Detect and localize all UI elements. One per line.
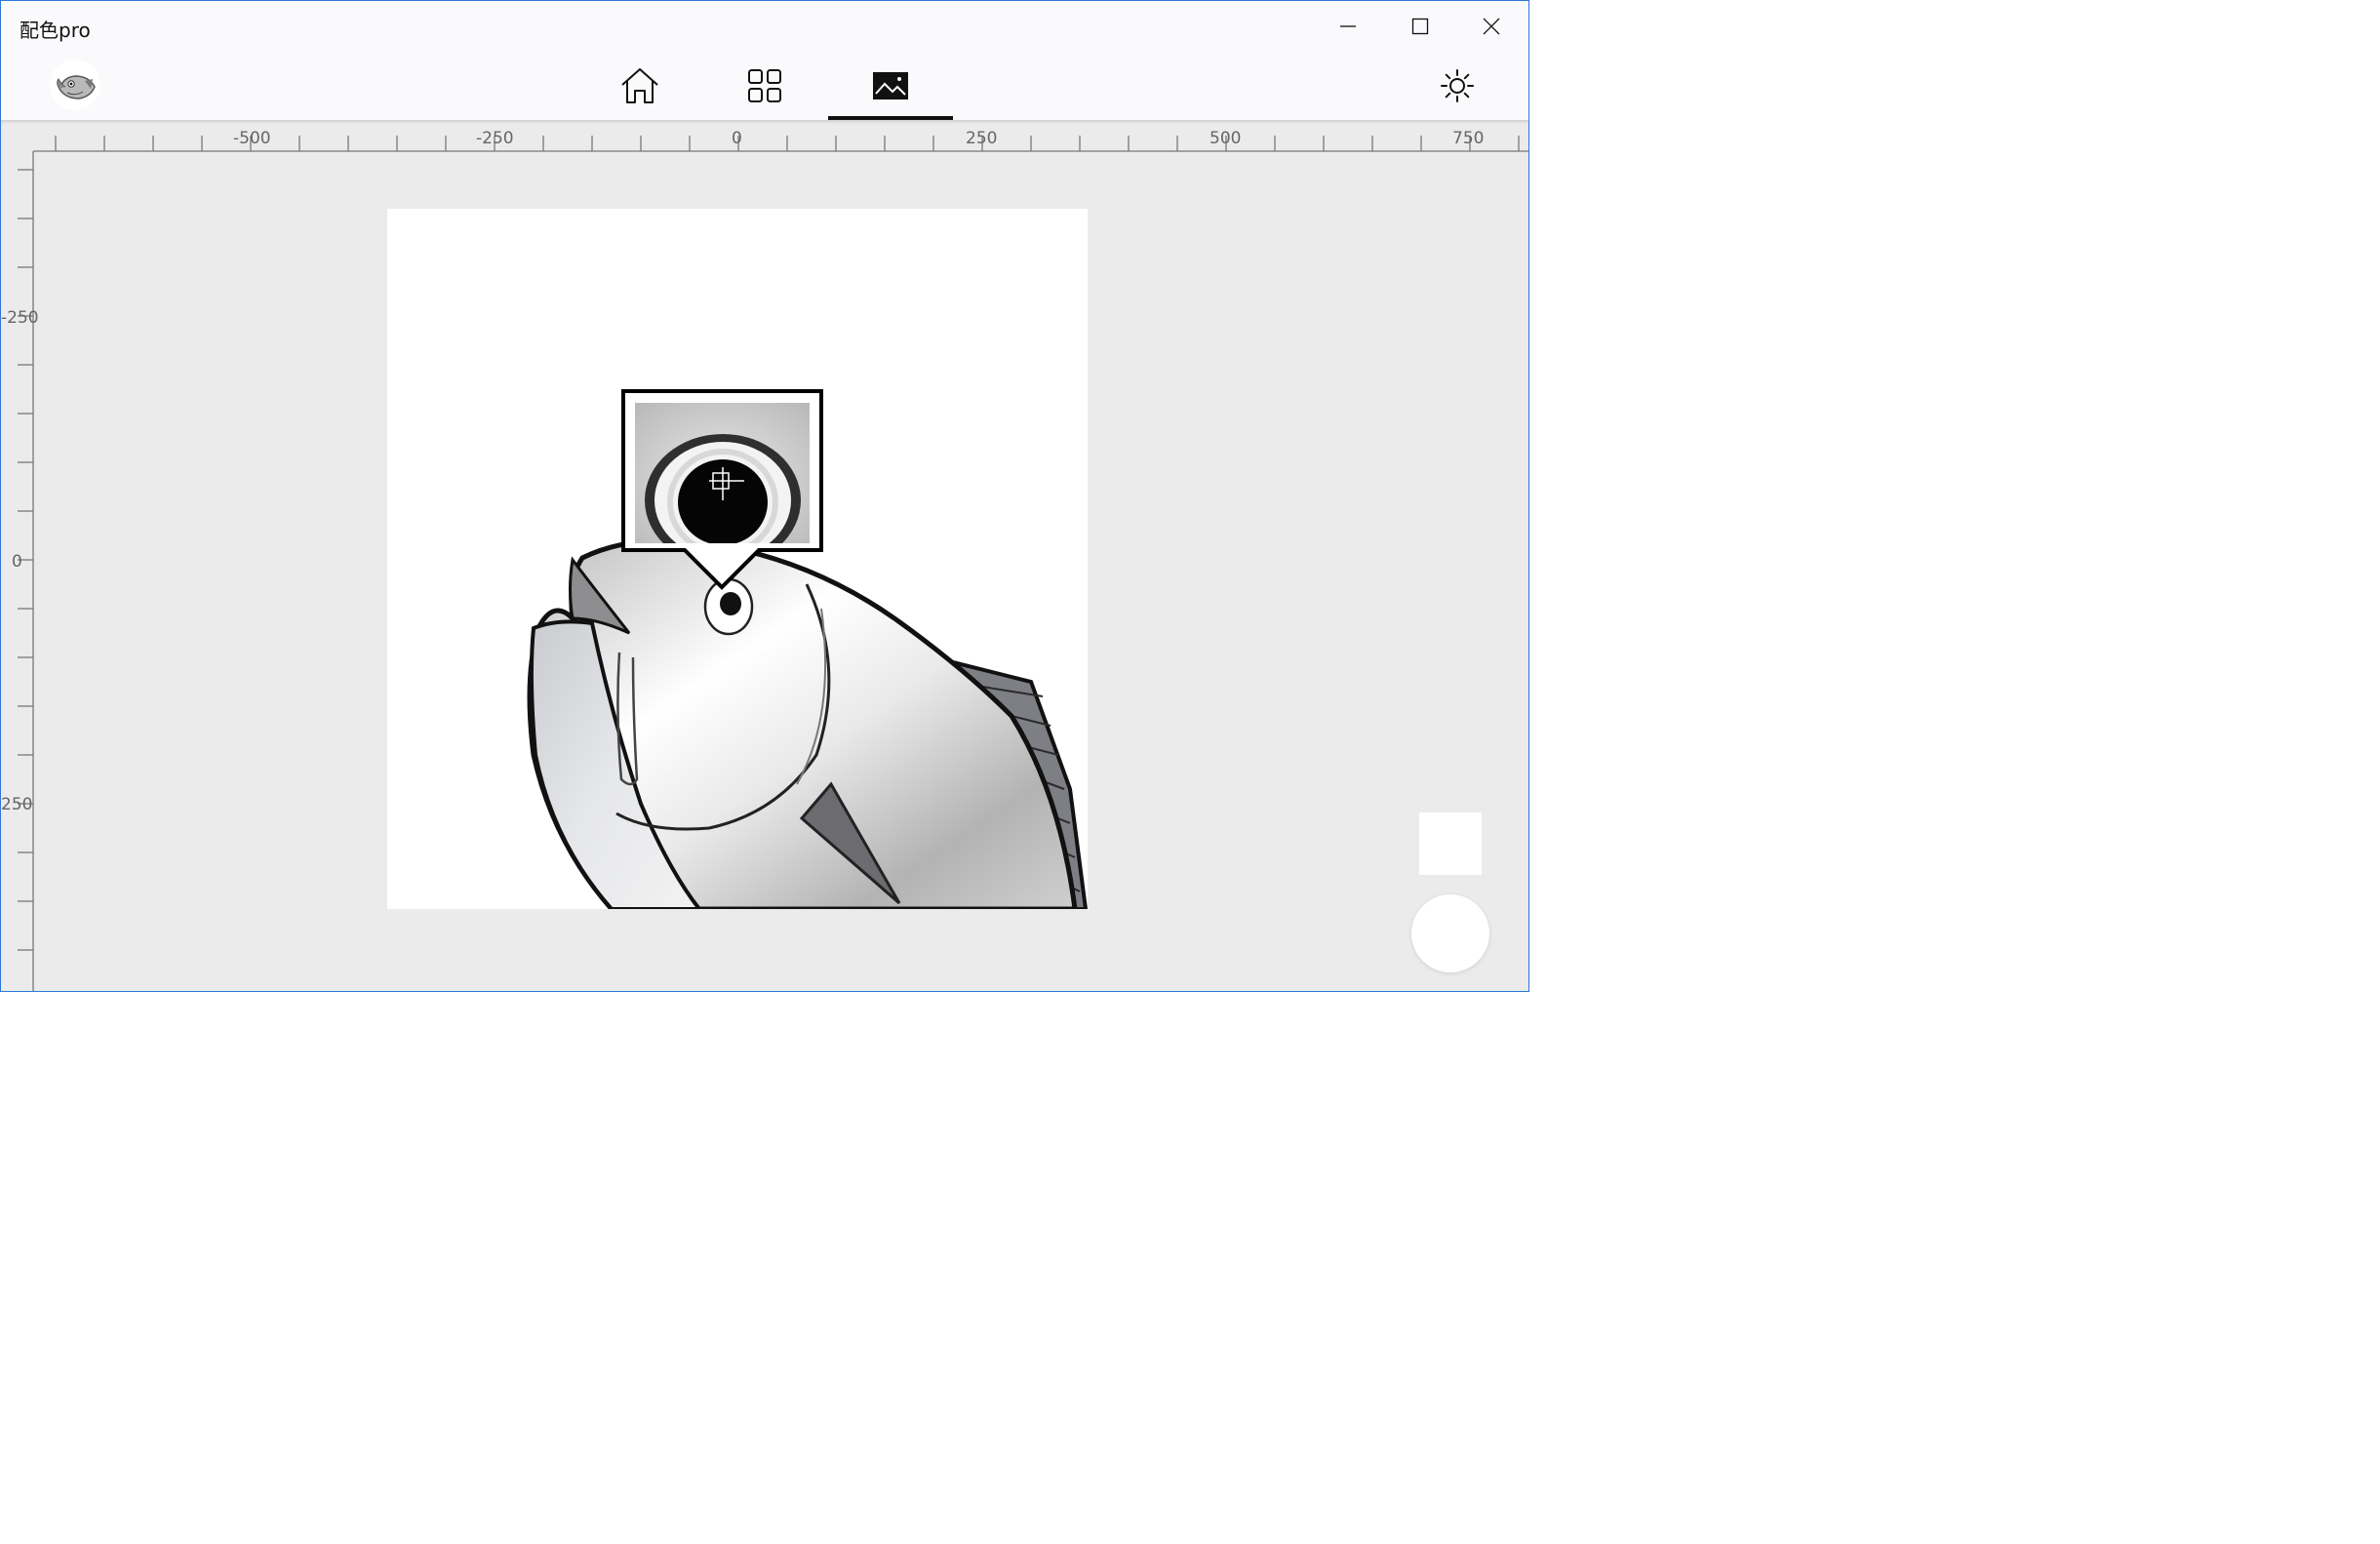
color-swatch-button[interactable] <box>1419 812 1482 875</box>
ruler-label-v: 0 <box>12 552 22 572</box>
grid-icon <box>748 69 781 102</box>
app-window: 配色pro -500 -250 0 250 500 750 -250 0 250 <box>0 0 1529 992</box>
ruler-label-h: 500 <box>1210 129 1242 148</box>
ruler-label-h: -500 <box>233 129 271 148</box>
ruler-label-v: -250 <box>1 308 39 328</box>
app-title: 配色pro <box>20 19 91 42</box>
color-picker-magnifier <box>621 389 823 590</box>
maximize-button[interactable] <box>1385 1 1455 52</box>
image-icon <box>873 72 908 99</box>
action-circle-button[interactable] <box>1411 894 1489 972</box>
ruler-label-h: 0 <box>732 129 742 148</box>
tab-home[interactable] <box>577 52 702 120</box>
fish-avatar-icon <box>57 75 96 99</box>
magnified-view <box>635 403 810 543</box>
home-icon <box>621 68 658 103</box>
tab-image[interactable] <box>828 52 953 120</box>
brightness-icon <box>1441 69 1474 102</box>
maximize-icon <box>1411 18 1429 35</box>
ruler-label-h: 250 <box>966 129 998 148</box>
close-icon <box>1483 18 1500 35</box>
title-bar: 配色pro <box>1 1 1528 52</box>
ruler-label-v: 250 <box>1 795 33 814</box>
theme-toggle-button[interactable] <box>1425 52 1489 120</box>
nav-bar <box>1 52 1528 120</box>
avatar[interactable] <box>50 59 100 110</box>
magnified-eye <box>635 403 810 543</box>
minimize-icon <box>1340 25 1356 27</box>
ruler-label-h: -250 <box>476 129 514 148</box>
minimize-button[interactable] <box>1313 1 1383 52</box>
tab-grid[interactable] <box>702 52 827 120</box>
canvas-area[interactable]: -500 -250 0 250 500 750 -250 0 250 <box>1 120 1528 991</box>
close-button[interactable] <box>1456 1 1527 52</box>
ruler-label-h: 750 <box>1452 129 1485 148</box>
